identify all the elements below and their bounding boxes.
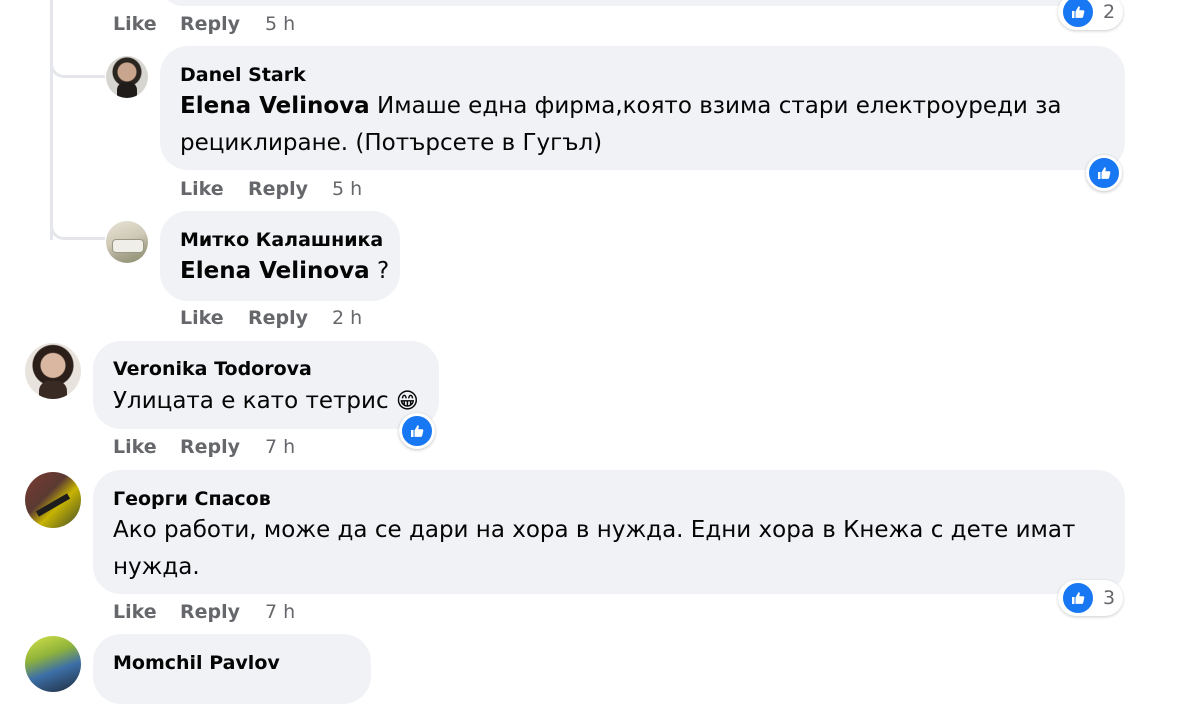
comment-text-line: Улицата е като тетрис 😁 [113, 383, 419, 420]
like-icon[interactable] [1086, 155, 1122, 191]
comment-text-line: Elena Velinova Имаше една фирма,която вз… [180, 88, 1062, 125]
comment-time: 7 h [265, 436, 296, 458]
thread-line-vertical [50, 0, 53, 240]
comment-text-line: нужда. [113, 554, 200, 580]
reply-action[interactable]: Reply [180, 13, 240, 35]
like-action[interactable]: Like [180, 307, 224, 329]
like-action[interactable]: Like [180, 178, 224, 200]
comment-author[interactable]: Danel Stark [180, 64, 306, 86]
like-icon [1061, 0, 1095, 29]
reply-action[interactable]: Reply [248, 307, 308, 329]
thread-line-branch-1 [50, 50, 105, 78]
avatar[interactable] [106, 56, 148, 98]
like-icon [1061, 581, 1095, 615]
comment-text: Имаше една фирма,която взима стари елект… [369, 93, 1062, 119]
comment-text: ? [369, 258, 390, 284]
reaction-summary[interactable]: 2 [1058, 0, 1124, 30]
reaction-count: 2 [1103, 1, 1116, 23]
avatar[interactable] [25, 636, 81, 692]
comment-text-line: Ако работи, може да се дари на хора в ну… [113, 517, 1076, 543]
mention-link[interactable]: Elena Velinova [180, 93, 370, 119]
like-action[interactable]: Like [113, 13, 157, 35]
mention-link[interactable]: Elena Velinova [180, 258, 370, 284]
comment-bubble [160, 0, 1125, 6]
comment-time: 7 h [265, 601, 296, 623]
comment-author[interactable]: Momchil Pavlov [113, 652, 280, 674]
comment-text-line: Elena Velinova ? [180, 253, 389, 290]
like-icon[interactable] [399, 413, 435, 449]
comment-author[interactable]: Георги Спасов [113, 488, 271, 510]
reply-action[interactable]: Reply [180, 601, 240, 623]
comment-author[interactable]: Veronika Todorova [113, 358, 312, 380]
like-action[interactable]: Like [113, 601, 157, 623]
comment-text-line: рециклиране. (Потърсете в Гугъл) [180, 130, 603, 156]
avatar[interactable] [25, 343, 81, 399]
comment-text: Улицата е като тетрис [113, 388, 389, 414]
like-action[interactable]: Like [113, 436, 157, 458]
reply-action[interactable]: Reply [180, 436, 240, 458]
comment-author[interactable]: Митко Калашника [180, 229, 383, 251]
reply-action[interactable]: Reply [248, 178, 308, 200]
reaction-count: 3 [1103, 587, 1116, 609]
comment-time: 5 h [332, 178, 363, 200]
avatar[interactable] [25, 472, 81, 528]
reaction-summary[interactable]: 3 [1058, 580, 1124, 616]
avatar[interactable] [106, 221, 148, 263]
comment-time: 2 h [332, 307, 363, 329]
comment-time: 5 h [265, 13, 296, 35]
grin-emoji: 😁 [395, 389, 419, 414]
thread-line-branch-2 [50, 212, 105, 240]
